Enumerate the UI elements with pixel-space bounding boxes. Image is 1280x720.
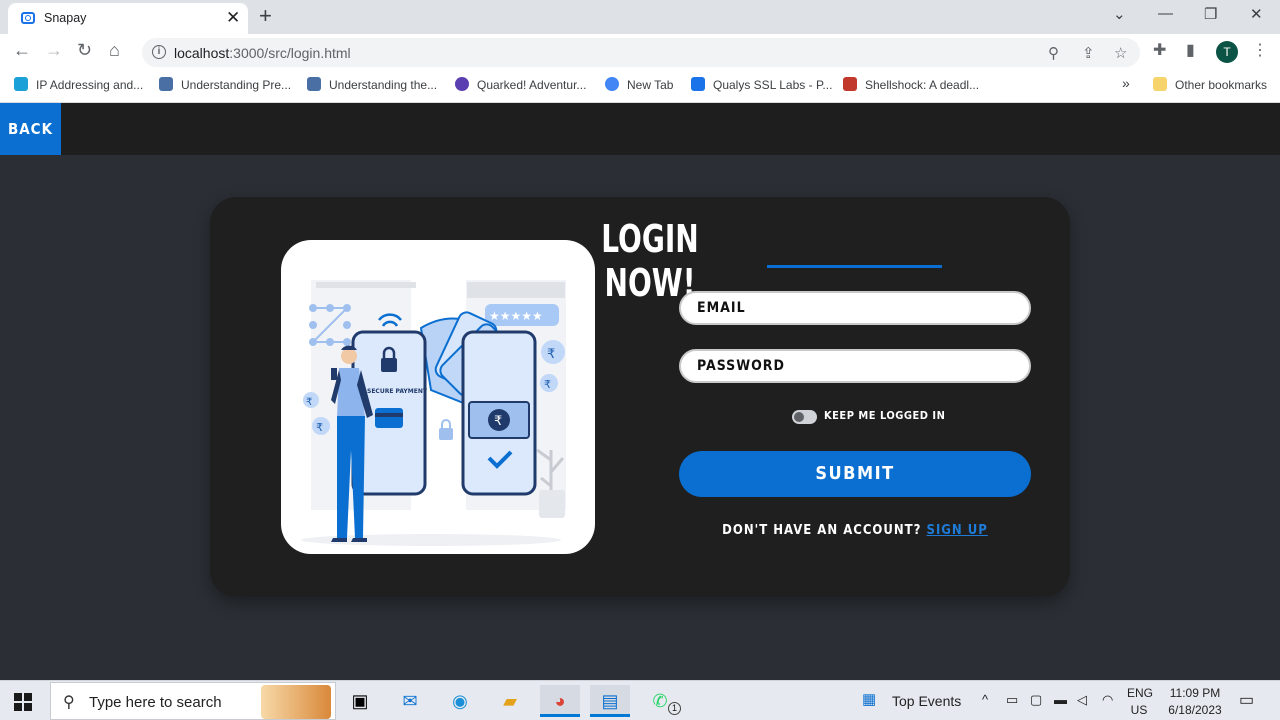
share-icon[interactable]: ⇪ <box>1082 44 1095 62</box>
close-tab-icon[interactable]: ✕ <box>226 8 240 28</box>
password-field-wrapper <box>679 349 1031 383</box>
wifi-icon[interactable]: ◠ <box>1102 692 1113 708</box>
payment-illustration: ★★★★★ SECURE PAYMENT ₹ ₹ ₹ ₹ ₹ <box>281 240 595 554</box>
windows-taskbar: ⚲ Type here to search ▣ ✉ ◉ ▰ ◕ ▤ ✆ 1 ▦ … <box>0 680 1280 720</box>
bookmark-item[interactable]: Qualys SSL Labs - P... <box>691 77 832 92</box>
bookmarks-bar: IP Addressing and... Understanding Pre..… <box>0 72 1280 103</box>
profile-avatar[interactable]: T <box>1216 41 1238 63</box>
whatsapp-badge: 1 <box>668 702 681 715</box>
url-text[interactable]: localhost:3000/src/login.html <box>174 45 351 61</box>
battery-icon[interactable]: ▬ <box>1054 692 1067 707</box>
show-hidden-icons[interactable]: ^ <box>982 692 988 707</box>
bookmarks-overflow-button[interactable]: » <box>1122 75 1130 91</box>
bookmark-item[interactable]: Quarked! Adventur... <box>455 77 586 92</box>
close-window-icon[interactable]: ✕ <box>1250 5 1263 23</box>
browser-tab[interactable]: Snapay ✕ <box>8 3 248 34</box>
taskbar-search[interactable]: ⚲ Type here to search <box>50 682 336 720</box>
volume-icon[interactable]: ◁ <box>1077 692 1087 708</box>
language-indicator[interactable]: ENG US <box>1127 685 1154 719</box>
task-view-icon[interactable]: ▣ <box>340 685 380 717</box>
file-explorer-icon[interactable]: ▰ <box>490 685 530 717</box>
puzzle-icon <box>307 77 321 91</box>
edge-icon[interactable]: ◉ <box>440 685 480 717</box>
notifications-icon[interactable]: ▭ <box>1239 690 1254 710</box>
svg-text:₹: ₹ <box>316 421 323 434</box>
lock-icon <box>691 77 705 91</box>
zoom-icon[interactable]: ⚲ <box>1048 44 1059 62</box>
puzzle-icon <box>159 77 173 91</box>
forward-arrow-icon[interactable]: → <box>45 40 63 61</box>
widgets-label[interactable]: Top Events <box>892 693 961 709</box>
svg-text:★★★★★: ★★★★★ <box>489 309 543 323</box>
windows-start-icon[interactable] <box>14 693 32 711</box>
tab-title: Snapay <box>44 11 87 25</box>
reload-icon[interactable]: ↻ <box>77 40 92 61</box>
submit-button[interactable]: SUBMIT <box>679 451 1031 497</box>
browser-toolbar: ← → ↻ ⌂ i localhost:3000/src/login.html … <box>0 34 1280 72</box>
back-arrow-icon[interactable]: ← <box>13 40 31 61</box>
secure-payment-illustration: ★★★★★ SECURE PAYMENT ₹ ₹ ₹ ₹ ₹ <box>301 280 566 546</box>
title-underline <box>767 265 942 268</box>
search-highlight-icon <box>261 685 331 719</box>
toggle-knob <box>794 412 804 422</box>
svg-text:₹: ₹ <box>544 378 551 391</box>
google-icon <box>605 77 619 91</box>
svg-text:₹: ₹ <box>494 414 502 429</box>
shell-icon <box>843 77 857 91</box>
chrome-icon[interactable]: ◕ <box>540 685 580 717</box>
clock-time: 11:09 PM <box>1169 686 1221 700</box>
side-panel-icon[interactable]: ▮ <box>1186 40 1195 60</box>
quark-icon <box>455 77 469 91</box>
signup-link[interactable]: SIGN UP <box>927 523 988 538</box>
svg-text:₹: ₹ <box>306 397 312 408</box>
camera-icon <box>21 12 35 24</box>
search-icon: ⚲ <box>63 694 75 711</box>
bookmark-item[interactable]: IP Addressing and... <box>14 77 143 92</box>
region-code: US <box>1130 703 1148 717</box>
tab-search-icon[interactable]: ⌄ <box>1113 5 1126 23</box>
cisco-icon <box>14 77 28 91</box>
menu-icon[interactable]: ⋮ <box>1252 40 1268 60</box>
bookmark-item[interactable]: Understanding the... <box>307 77 437 92</box>
info-icon[interactable]: i <box>152 45 166 59</box>
keep-logged-in-toggle[interactable] <box>792 410 817 424</box>
restore-icon[interactable]: ❐ <box>1204 5 1217 23</box>
browser-tab-strip: Snapay ✕ + ⌄ — ❐ ✕ <box>0 0 1280 34</box>
email-field-wrapper <box>679 291 1031 325</box>
meet-icon[interactable]: ▭ <box>1006 692 1018 708</box>
address-bar[interactable]: i localhost:3000/src/login.html ⚲ ⇪ ☆ <box>142 38 1140 67</box>
signup-prompt-text: DON'T HAVE AN ACCOUNT? <box>722 523 922 538</box>
folder-icon <box>1153 77 1167 91</box>
bookmark-item[interactable]: New Tab <box>605 77 673 92</box>
svg-text:₹: ₹ <box>547 347 555 362</box>
signup-prompt: DON'T HAVE AN ACCOUNT? SIGN UP <box>679 523 1031 538</box>
extensions-icon[interactable]: ✚ <box>1153 40 1166 60</box>
minimize-icon[interactable]: — <box>1158 5 1173 22</box>
app-window-icon[interactable]: ▤ <box>590 685 630 717</box>
keep-logged-in-label: KEEP ME LOGGED IN <box>824 409 946 422</box>
widgets-icon[interactable]: ▦ <box>862 690 876 708</box>
language-code: ENG <box>1127 686 1154 700</box>
page-header: BACK <box>0 103 1280 155</box>
bookmark-item[interactable]: Understanding Pre... <box>159 77 291 92</box>
home-icon[interactable]: ⌂ <box>109 40 120 61</box>
back-button[interactable]: BACK <box>0 103 61 155</box>
clock-date: 6/18/2023 <box>1168 703 1222 717</box>
bookmark-item[interactable]: Shellshock: A deadl... <box>843 77 979 92</box>
password-field[interactable] <box>681 351 1029 381</box>
email-field[interactable] <box>681 293 1029 323</box>
mail-icon[interactable]: ✉ <box>390 685 430 717</box>
system-clock[interactable]: 11:09 PM 6/18/2023 <box>1160 685 1230 719</box>
bookmark-star-icon[interactable]: ☆ <box>1114 44 1127 62</box>
search-placeholder: Type here to search <box>89 694 222 711</box>
screen-icon[interactable]: ▢ <box>1030 692 1042 708</box>
illustration-caption: SECURE PAYMENT <box>367 388 428 395</box>
new-tab-button[interactable]: + <box>259 3 272 29</box>
other-bookmarks[interactable]: Other bookmarks <box>1153 77 1267 92</box>
